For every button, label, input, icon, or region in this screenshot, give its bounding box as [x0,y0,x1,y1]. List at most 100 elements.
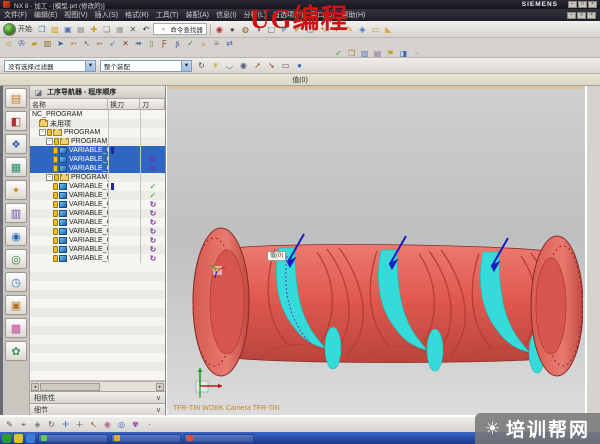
web-browser-icon[interactable]: ◎ [5,249,27,269]
menu-item[interactable]: 文件(F) [4,10,27,20]
tree-row[interactable]: VARIABLE_CON...↻ [30,236,165,245]
scroll-left-icon[interactable]: ◂ [31,383,39,391]
pmi-icon[interactable]: ◉ [214,24,225,35]
start-orb-icon[interactable] [2,434,11,443]
menu-item[interactable]: 装配(A) [186,10,209,20]
cut-icon[interactable]: ✚ [88,24,99,35]
feed-speed-icon[interactable]: Ƒ [159,38,170,49]
menu-item[interactable]: 工具(T) [156,10,179,20]
close-row-icon[interactable]: ▫ [411,48,422,59]
maximize-button[interactable]: □ [578,1,587,8]
app-blue-icon[interactable] [26,434,35,443]
doc-close-button[interactable]: × [587,12,596,19]
tree-row[interactable]: VARIABLE_CON...✓ [30,191,165,200]
start-menu-icon[interactable] [3,23,16,36]
open-folder-icon[interactable]: ▨ [49,24,60,35]
tree-row[interactable]: -PROGRAM_1 [30,137,165,146]
new-file-icon[interactable]: ❐ [36,24,47,35]
post-process-icon[interactable]: ➠ [133,38,144,49]
tree-row[interactable]: VARIABLE_CON...↻ [30,200,165,209]
create-program-icon[interactable]: ▱ [3,38,14,49]
doc-minimize-button[interactable]: – [567,12,576,19]
select-tool-icon[interactable]: ↖ [88,419,99,430]
select-arrow-icon[interactable]: ➚ [252,60,263,71]
selection-scope-dropdown[interactable]: 整个装配 ▼ [100,60,192,72]
dependencies-fold-bar[interactable]: 相依性 ∨ [30,391,165,403]
command-finder[interactable]: ◔ 命令查找器 [153,23,207,35]
shaded-view-icon[interactable]: ● [227,24,238,35]
part-navigator-icon[interactable]: ❖ [5,134,27,154]
paste-icon[interactable]: ▦ [114,24,125,35]
flag-icon[interactable]: ⚑ [385,48,396,59]
close-button[interactable]: × [588,1,597,8]
column-header-toolchange[interactable]: 换刀 [108,99,140,109]
tree-row[interactable]: VARIABLE_CON...✓ [30,182,165,191]
create-geometry-icon[interactable]: ▰ [29,38,40,49]
edit-display-icon[interactable]: ❒ [346,48,357,59]
constraint-navigator-icon[interactable]: ◧ [5,111,27,131]
rect-select-icon[interactable]: ▭ [280,60,291,71]
save-icon[interactable]: ▣ [62,24,73,35]
level-icon[interactable]: ≡ [211,38,222,49]
task-window-2[interactable] [111,434,181,443]
assembly-navigator-icon[interactable]: ▤ [5,88,27,108]
undo-icon[interactable]: ↶ [140,24,151,35]
tree-expander-icon[interactable]: - [46,174,53,181]
column-header-name[interactable]: 名称 [30,99,108,109]
tree-row[interactable]: VARIABLE_CON...↻ [30,227,165,236]
navigator-horizontal-scrollbar[interactable]: ◂ ▸ [30,381,165,391]
tree-row[interactable]: VARIABLE_CON...↻ [30,245,165,254]
menu-item[interactable]: 插入(S) [95,10,118,20]
extrude-icon[interactable]: ◈ [357,24,368,35]
gouge-check-icon[interactable]: ✓ [185,38,196,49]
view-orient-icon[interactable]: ◈ [32,419,43,430]
plus-icon[interactable]: ＋ [74,419,85,430]
app-yellow-icon[interactable] [14,434,23,443]
list-toolpath-icon[interactable]: ➵ [94,38,105,49]
minimize-button[interactable]: – [568,1,577,8]
tree-row[interactable]: VARIABLE_CON...↻ [30,209,165,218]
gateway-icon[interactable]: ▣ [5,295,27,315]
create-operation-icon[interactable]: ➤ [55,38,66,49]
hd3d-tools-icon[interactable]: ◉ [5,226,27,246]
print-icon[interactable]: ▤ [75,24,86,35]
tree-row[interactable]: VARIABLE_CON...↻ [30,155,165,164]
details-fold-bar[interactable]: 细节 ∨ [30,403,165,415]
tree-expander-icon[interactable]: - [39,129,46,136]
machining-wizard-icon[interactable]: ✦ [5,180,27,200]
menu-item[interactable]: 格式(R) [125,10,149,20]
person-icon[interactable]: ◉ [102,419,113,430]
verify-toolpath-icon[interactable]: ➴ [81,38,92,49]
tree-row[interactable]: -PROGRAM [30,128,165,137]
tree-row[interactable]: VARIABLE_CON...↻ [30,164,165,173]
palette-icon[interactable]: ▩ [5,318,27,338]
tree-row[interactable]: 未用项 [30,119,165,128]
copy-icon[interactable]: ❏ [101,24,112,35]
object-display-icon[interactable]: ▨ [359,48,370,59]
navigator-pin-icon[interactable]: ◪ [33,87,44,98]
selection-filter-dropdown[interactable]: 没有选择过滤器 ▼ [4,60,96,72]
edit-object-icon[interactable]: ✎ [4,419,15,430]
tool-motion-icon[interactable]: ʂ [172,38,183,49]
tree-row[interactable]: VARIABLE_CON...↻ [30,218,165,227]
create-tool-icon[interactable]: ✇ [16,38,27,49]
create-method-icon[interactable]: ▥ [42,38,53,49]
refresh-icon[interactable]: ↻ [196,60,207,71]
eye-icon[interactable]: ◉ [238,60,249,71]
zoom-icon[interactable]: ◎ [116,419,127,430]
tree-row[interactable]: -PROGRAM_2 [30,173,165,182]
roles-icon[interactable]: ✿ [5,341,27,361]
task-window-1[interactable] [38,434,108,443]
machine-sim-icon[interactable]: ➶ [107,38,118,49]
history-icon[interactable]: ◷ [5,272,27,292]
menu-item[interactable]: 编辑(E) [34,10,57,20]
highlight-icon[interactable]: ✳ [210,60,221,71]
rotate-icon[interactable]: ✾ [130,419,141,430]
delete-icon[interactable]: ✕ [127,24,138,35]
sphere-icon[interactable]: ● [294,60,305,71]
operation-navigator-icon[interactable]: ▦ [5,157,27,177]
shop-doc-icon[interactable]: ▯ [146,38,157,49]
generate-toolpath-icon[interactable]: ➳ [68,38,79,49]
fit-view-icon[interactable]: ✛ [60,419,71,430]
show-toolpath-icon[interactable]: ✓ [333,48,344,59]
